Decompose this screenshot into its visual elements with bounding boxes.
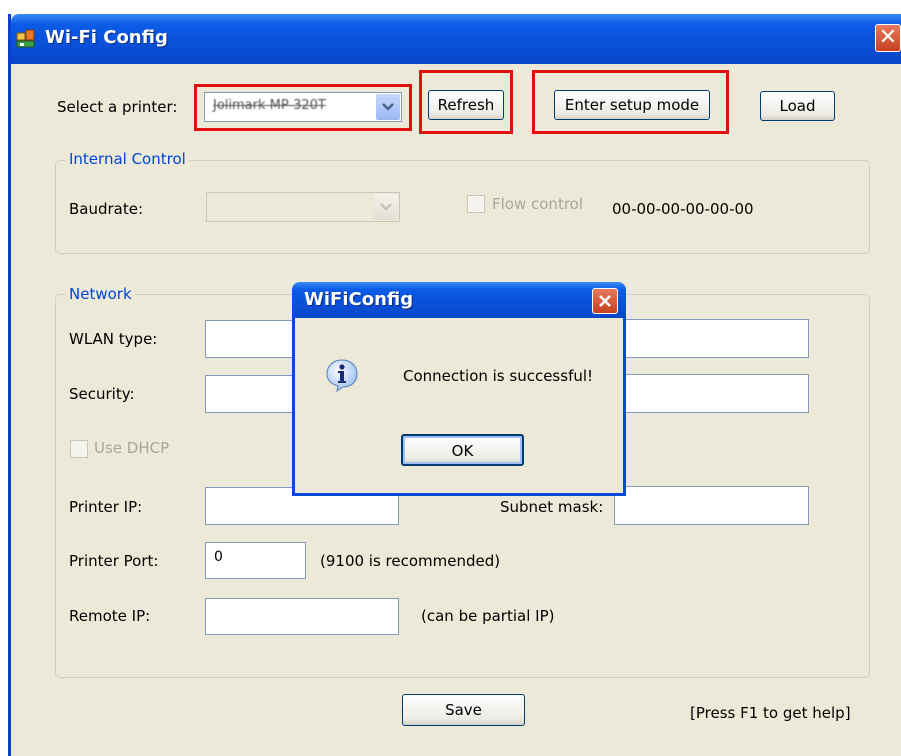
- flow-control-checkbox[interactable]: [467, 195, 485, 213]
- subnet-mask-label: Subnet mask:: [500, 498, 604, 516]
- remote-ip-label: Remote IP:: [69, 607, 151, 625]
- save-button[interactable]: Save: [402, 694, 525, 726]
- dialog-title-bar[interactable]: WiFiConfig: [292, 282, 626, 318]
- window-title: Wi-Fi Config: [45, 27, 168, 48]
- printer-port-label: Printer Port:: [69, 552, 159, 570]
- port-hint: (9100 is recommended): [320, 552, 501, 570]
- dialog-message: Connection is successful!: [403, 367, 594, 385]
- baudrate-select[interactable]: [206, 192, 400, 222]
- wlan-type-field[interactable]: [205, 320, 305, 358]
- app-icon: [16, 29, 35, 48]
- select-printer-label: Select a printer:: [57, 98, 178, 116]
- printer-select-value: Jolimark MP-320T: [213, 98, 326, 113]
- use-dhcp-checkbox[interactable]: [70, 440, 88, 458]
- subnet-mask-field[interactable]: [614, 486, 809, 525]
- close-icon: [599, 295, 611, 307]
- load-button[interactable]: Load: [760, 91, 835, 121]
- flow-control-label: Flow control: [492, 195, 584, 213]
- wlan-type-label: WLAN type:: [69, 330, 158, 348]
- ssid-field[interactable]: [614, 319, 809, 358]
- security-label: Security:: [69, 385, 135, 403]
- password-field[interactable]: [614, 374, 809, 413]
- baudrate-label: Baudrate:: [69, 200, 144, 218]
- dialog-close-button[interactable]: [592, 288, 618, 314]
- printer-select[interactable]: Jolimark MP-320T: [204, 92, 402, 122]
- printer-port-field[interactable]: 0: [205, 542, 306, 579]
- internal-control-legend: Internal Control: [66, 150, 189, 168]
- info-icon: [326, 359, 358, 392]
- refresh-button[interactable]: Refresh: [428, 90, 504, 120]
- mac-address: 00-00-00-00-00-00: [612, 200, 754, 218]
- enter-setup-mode-button[interactable]: Enter setup mode: [554, 90, 710, 120]
- printer-ip-label: Printer IP:: [69, 498, 143, 516]
- network-legend: Network: [66, 285, 135, 303]
- use-dhcp-label: Use DHCP: [94, 439, 170, 457]
- dialog-title: WiFiConfig: [304, 289, 414, 310]
- remote-ip-hint: (can be partial IP): [421, 607, 555, 625]
- security-field[interactable]: [205, 375, 305, 413]
- window-close-button[interactable]: ✕: [875, 24, 901, 52]
- close-icon: ✕: [878, 25, 898, 50]
- ok-button[interactable]: OK: [401, 434, 524, 466]
- help-hint: [Press F1 to get help]: [690, 704, 851, 722]
- title-bar[interactable]: Wi-Fi Config ✕: [11, 14, 901, 64]
- remote-ip-field[interactable]: [205, 598, 399, 635]
- chevron-down-icon[interactable]: [376, 94, 400, 120]
- wificonfig-dialog: WiFiConfig Connection is successful! OK: [292, 282, 626, 496]
- chevron-down-icon[interactable]: [374, 194, 398, 220]
